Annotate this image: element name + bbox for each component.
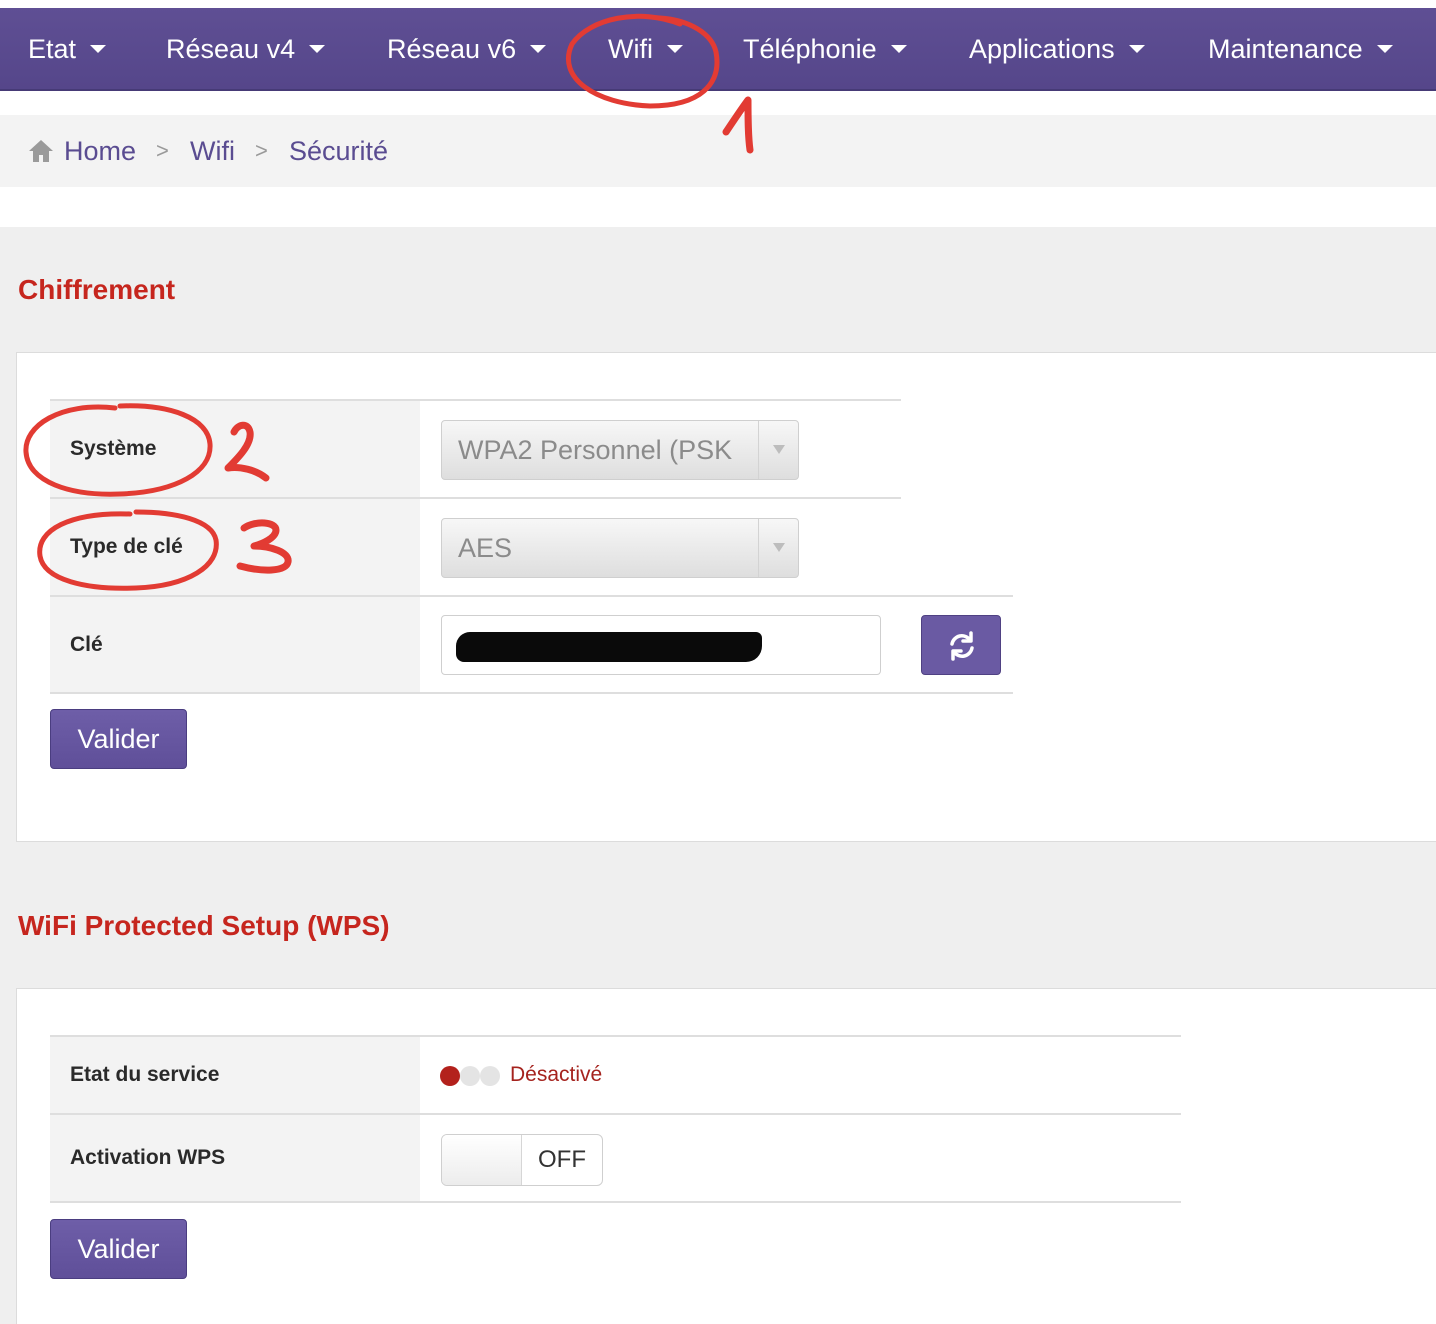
chevron-down-icon bbox=[758, 519, 798, 577]
chevron-down-icon bbox=[666, 44, 683, 53]
nav-item-reseau-v4[interactable]: Réseau v4 bbox=[166, 8, 326, 91]
nav-item-telephonie[interactable]: Téléphonie bbox=[743, 8, 907, 91]
breadcrumb-separator: > bbox=[156, 138, 169, 163]
chiffrement-valider-button[interactable]: Valider bbox=[50, 709, 187, 769]
type-cle-select[interactable]: AES bbox=[441, 518, 799, 578]
systeme-label: Système bbox=[50, 401, 420, 497]
toggle-knob bbox=[442, 1135, 522, 1185]
chevron-down-icon bbox=[309, 44, 326, 53]
activation-wps-row: Activation WPS OFF bbox=[50, 1113, 1181, 1203]
main-navbar: Etat Réseau v4 Réseau v6 Wifi Téléphonie… bbox=[0, 8, 1436, 91]
etat-service-label: Etat du service bbox=[50, 1037, 420, 1113]
wps-title: WiFi Protected Setup (WPS) bbox=[18, 910, 390, 941]
type-cle-label: Type de clé bbox=[50, 499, 420, 595]
activation-wps-label: Activation WPS bbox=[50, 1115, 420, 1201]
chevron-down-icon bbox=[1376, 44, 1393, 53]
nav-item-applications[interactable]: Applications bbox=[969, 8, 1145, 91]
breadcrumb: Home > Wifi > Sécurité bbox=[0, 115, 1436, 187]
breadcrumb-securite[interactable]: Sécurité bbox=[289, 115, 388, 187]
chevron-down-icon bbox=[1128, 44, 1145, 53]
breadcrumb-wifi[interactable]: Wifi bbox=[190, 115, 235, 187]
etat-service-row: Etat du service Désactivé bbox=[50, 1035, 1181, 1113]
wps-panel: Etat du service Désactivé Activation WPS… bbox=[16, 988, 1436, 1324]
toggle-state-label: OFF bbox=[538, 1146, 586, 1173]
chevron-down-icon bbox=[758, 421, 798, 479]
nav-item-reseau-v6[interactable]: Réseau v6 bbox=[387, 8, 547, 91]
cle-row: Clé bbox=[50, 595, 1013, 694]
systeme-select[interactable]: WPA2 Personnel (PSK bbox=[441, 420, 799, 480]
top-strip bbox=[0, 0, 1436, 8]
chiffrement-title: Chiffrement bbox=[18, 274, 176, 305]
nav-item-wifi[interactable]: Wifi bbox=[608, 8, 683, 91]
home-icon[interactable] bbox=[28, 139, 54, 163]
chevron-down-icon bbox=[90, 44, 107, 53]
wps-toggle[interactable]: OFF bbox=[441, 1134, 603, 1186]
nav-item-etat[interactable]: Etat bbox=[28, 8, 107, 91]
cle-input[interactable] bbox=[441, 615, 881, 675]
nav-item-maintenance[interactable]: Maintenance bbox=[1208, 8, 1393, 91]
refresh-icon bbox=[950, 631, 974, 661]
chevron-down-icon bbox=[890, 44, 907, 53]
redacted-key bbox=[456, 632, 762, 662]
refresh-key-button[interactable] bbox=[921, 615, 1001, 675]
systeme-row: Système WPA2 Personnel (PSK bbox=[50, 399, 901, 497]
breadcrumb-home[interactable]: Home bbox=[64, 115, 136, 187]
breadcrumb-separator: > bbox=[255, 138, 268, 163]
chevron-down-icon bbox=[530, 44, 547, 53]
type-cle-row: Type de clé AES bbox=[50, 497, 901, 595]
cle-label: Clé bbox=[50, 597, 420, 692]
status-badge: Désactivé bbox=[510, 1063, 603, 1086]
chiffrement-panel: Système WPA2 Personnel (PSK Type de clé … bbox=[16, 352, 1436, 842]
wps-valider-button[interactable]: Valider bbox=[50, 1219, 187, 1279]
